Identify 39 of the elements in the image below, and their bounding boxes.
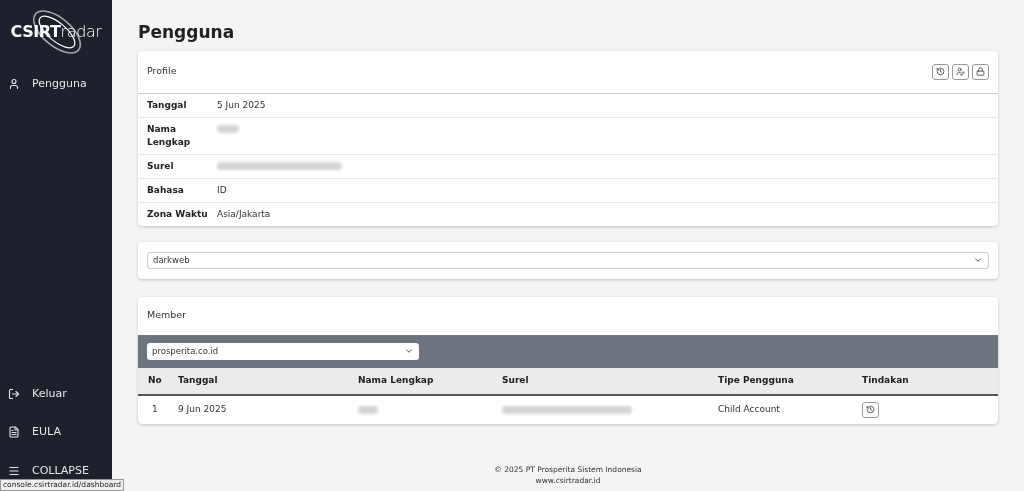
column-header: Tipe Pengguna [718, 373, 795, 387]
service-dropdown[interactable]: darkweb [147, 251, 989, 269]
sidebar-item[interactable]: Keluar [0, 377, 112, 410]
column-header: Tindakan [862, 373, 910, 387]
domain-dropdown[interactable]: prosperita.co.id [147, 342, 419, 360]
chevron-icon [404, 346, 414, 356]
user-edit-icon [956, 67, 965, 76]
history-icon [866, 405, 875, 414]
column-header: Nama Lengkap [358, 373, 435, 387]
chevron-icon [973, 255, 983, 265]
table-cell-text: 1 [151, 402, 159, 416]
field-label: Zona Waktu [147, 207, 209, 221]
user-icon [8, 78, 20, 91]
table-cell-text: Child Account [718, 402, 781, 416]
card-title: Profile [147, 64, 177, 79]
action-button[interactable] [932, 63, 949, 80]
field-label: Bahasa [147, 183, 185, 197]
field-label: Surel [147, 159, 175, 173]
column-header: Tanggal [178, 373, 219, 387]
menu-icon [8, 464, 20, 477]
column-header: Surel [502, 373, 530, 387]
action-button[interactable] [952, 63, 969, 80]
lock-icon [976, 67, 985, 76]
document-icon [8, 426, 20, 439]
field-label: Tanggal [147, 98, 188, 112]
history-button[interactable] [862, 401, 879, 418]
field-value: ID [217, 183, 227, 197]
logout-icon [8, 387, 20, 400]
action-button[interactable] [972, 63, 989, 80]
sidebar-item[interactable]: EULA [0, 416, 112, 449]
card-title: Member [147, 308, 187, 323]
column-header: No [148, 373, 163, 387]
history-icon [936, 67, 945, 76]
field-value: Asia/Jakarta [217, 207, 271, 221]
table-cell-text: 9 Jun 2025 [178, 402, 228, 416]
field-label: Nama Lengkap [147, 122, 192, 149]
field-value: 5 Jun 2025 [217, 98, 266, 112]
page-title: Pengguna [138, 21, 236, 44]
sidebar-item[interactable]: Pengguna [0, 68, 112, 101]
